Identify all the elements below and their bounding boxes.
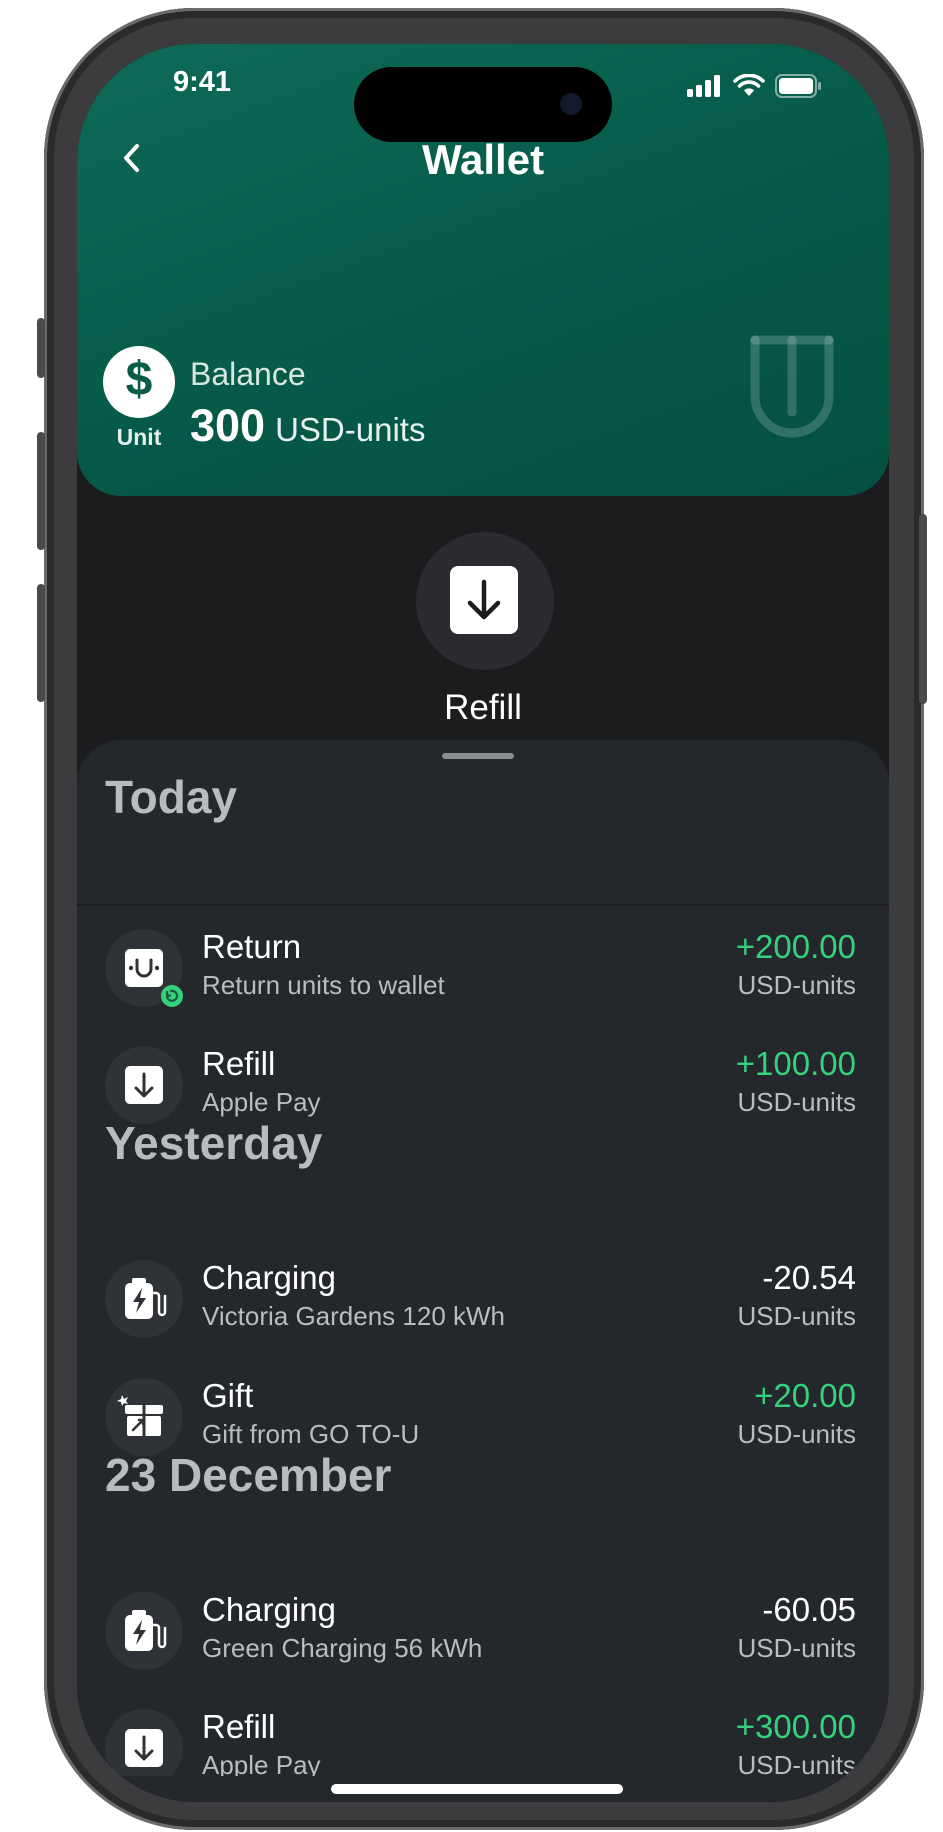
refill-arrow-icon <box>450 566 518 634</box>
transaction-subtitle: Green Charging 56 kWh <box>202 1633 483 1663</box>
transaction-row[interactable]: Charging Victoria Gardens 120 kWh -20.54… <box>77 1255 889 1345</box>
refill-button[interactable] <box>416 532 554 670</box>
transaction-subtitle: Apple Pay <box>202 1087 321 1117</box>
wifi-icon <box>733 74 765 96</box>
transaction-subtitle: Apple Pay <box>202 1750 321 1776</box>
transaction-title: Refill <box>202 1708 276 1745</box>
balance-value: 300 <box>190 400 266 451</box>
transaction-subtitle: Return units to wallet <box>202 970 445 1000</box>
transaction-title: Refill <box>202 1045 276 1082</box>
transaction-subtitle: Victoria Gardens 120 kWh <box>202 1301 505 1331</box>
unit-coin-icon: $ <box>103 346 175 418</box>
transaction-unit: USD-units <box>737 1750 856 1776</box>
volume-up-button <box>37 432 45 550</box>
transaction-unit: USD-units <box>737 970 856 1000</box>
sheet-drag-handle[interactable] <box>442 753 514 759</box>
section-heading-yesterday: Yesterday <box>105 1117 323 1169</box>
divider <box>77 904 889 906</box>
transaction-row[interactable]: Refill Apple Pay +300.00 USD-units <box>77 1704 889 1776</box>
transaction-amount: -20.54 <box>762 1259 856 1296</box>
mute-switch <box>37 318 45 378</box>
refill-icon <box>105 1709 183 1776</box>
power-button <box>919 514 927 704</box>
volume-down-button <box>37 584 45 702</box>
brand-logo-icon <box>750 335 834 438</box>
status-icons <box>687 74 823 98</box>
balance-amount: 300 USD-units <box>190 400 425 452</box>
transaction-amount: -60.05 <box>762 1591 856 1628</box>
coin-symbol: $ <box>125 353 153 406</box>
transaction-title: Charging <box>202 1259 336 1296</box>
transaction-row[interactable]: Charging Green Charging 56 kWh -60.05 US… <box>77 1587 889 1677</box>
signal-icon <box>687 75 720 97</box>
balance-unit: USD-units <box>275 411 426 448</box>
balance-label: Balance <box>190 356 306 392</box>
section-heading-23-december: 23 December <box>105 1449 392 1501</box>
transactions-sheet[interactable]: Today Return Return units to wallet +200… <box>77 740 889 1802</box>
transaction-title: Return <box>202 928 302 965</box>
transaction-amount: +20.00 <box>754 1377 856 1414</box>
transaction-amount: +200.00 <box>735 928 856 965</box>
refill-icon <box>105 1046 183 1124</box>
transaction-unit: USD-units <box>737 1301 856 1331</box>
transaction-unit: USD-units <box>737 1633 856 1663</box>
transaction-amount: +300.00 <box>735 1708 856 1745</box>
battery-icon <box>775 74 821 98</box>
transaction-title: Gift <box>202 1377 254 1414</box>
transaction-subtitle: Gift from GO TO-U <box>202 1419 420 1449</box>
wallet-header: 9:41 Wallet $ Unit Balance 300 USD-units <box>77 44 889 496</box>
page-title: Wallet <box>421 136 545 183</box>
section-heading-today: Today <box>105 771 238 823</box>
gift-icon <box>105 1378 183 1456</box>
transaction-row[interactable]: Return Return units to wallet +200.00 US… <box>77 924 889 1014</box>
charging-icon <box>105 1260 183 1338</box>
refill-label[interactable]: Refill <box>77 688 889 728</box>
return-icon <box>105 929 183 1007</box>
coin-label: Unit <box>116 424 162 450</box>
charging-icon <box>105 1592 183 1670</box>
transaction-unit: USD-units <box>737 1419 856 1449</box>
screen: 9:41 Wallet $ Unit Balance 300 USD-units… <box>77 44 889 1802</box>
status-time: 9:41 <box>173 66 232 98</box>
transaction-amount: +100.00 <box>735 1045 856 1082</box>
home-indicator[interactable] <box>331 1784 623 1794</box>
transaction-unit: USD-units <box>737 1087 856 1117</box>
dynamic-island <box>354 67 612 142</box>
transaction-title: Charging <box>202 1591 336 1628</box>
